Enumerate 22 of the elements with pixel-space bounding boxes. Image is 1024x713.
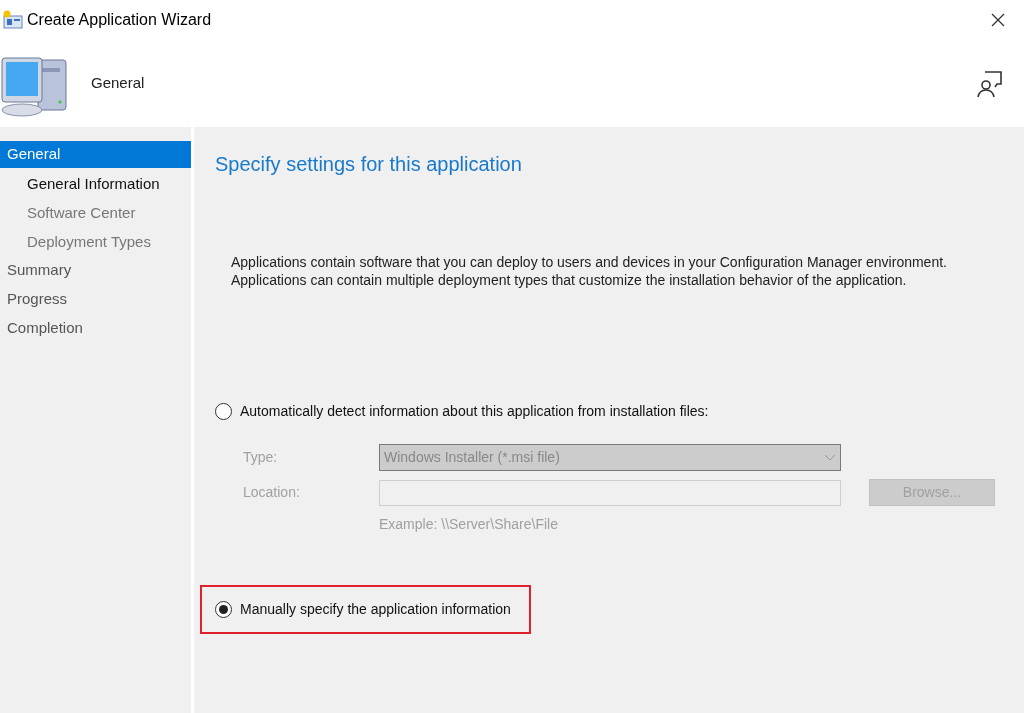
page-title: General (91, 73, 145, 94)
wizard-window-icon (2, 10, 24, 30)
description-text: Applications contain software that you can deploy to users and devices in your Configuration Manager environment. Applications can contain multiple deployment types that customize the installation behavior of the application. (230, 253, 948, 289)
location-label: Location: (243, 483, 301, 502)
user-feedback-icon[interactable] (976, 69, 1004, 98)
radio-label: Manually specify the application information (240, 600, 511, 619)
radio-button[interactable] (215, 403, 232, 420)
example-hint: Example: \\Server\Share\File (379, 515, 559, 534)
sidebar-item[interactable]: Progress (0, 286, 191, 313)
sidebar-subitem[interactable]: General Information (0, 170, 191, 199)
radio-label: Automatically detect information about this application from installation files: (240, 402, 709, 421)
chevron-down-icon (824, 453, 836, 462)
sidebar-item[interactable]: Summary (0, 257, 191, 284)
sidebar-item[interactable]: Completion (0, 315, 191, 342)
section-heading: Specify settings for this application (215, 152, 523, 177)
sidebar-subitem[interactable]: Software Center (0, 199, 191, 228)
type-label: Type: (243, 448, 279, 467)
radio-button[interactable] (215, 601, 232, 618)
sidebar-item[interactable]: General (0, 141, 191, 168)
close-icon (990, 12, 1006, 28)
window-title: Create Application Wizard (27, 10, 212, 30)
sidebar-subitem[interactable]: Deployment Types (0, 228, 191, 257)
